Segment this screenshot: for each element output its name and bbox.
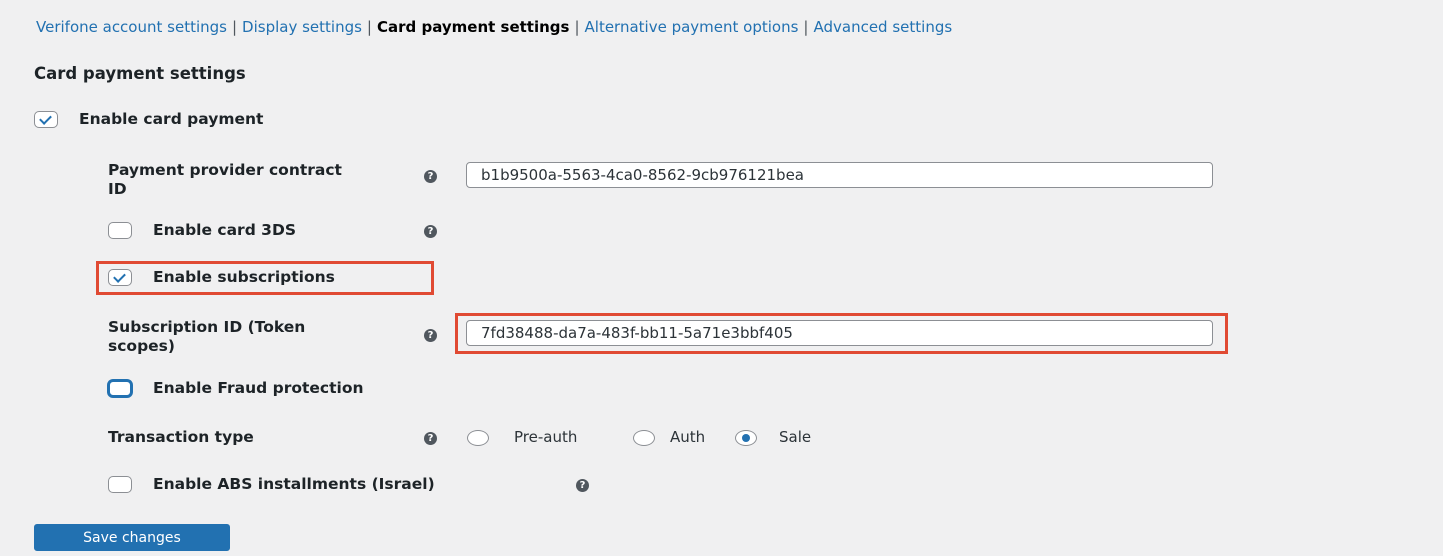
- enable-card-payment-label: Enable card payment: [79, 110, 264, 128]
- transaction-type-help-icon[interactable]: ?: [424, 432, 437, 445]
- contract-id-input[interactable]: [466, 162, 1213, 188]
- enable-subscriptions-checkbox[interactable]: [108, 269, 132, 286]
- save-changes-button[interactable]: Save changes: [34, 524, 230, 551]
- enable-subscriptions-label: Enable subscriptions: [153, 268, 335, 286]
- enable-fraud-protection-checkbox[interactable]: [108, 380, 132, 397]
- enable-card-3ds-label: Enable card 3DS: [153, 221, 296, 239]
- card-3ds-help-icon[interactable]: ?: [424, 225, 437, 238]
- subnav-link-alternative-payment-options[interactable]: Alternative payment options: [585, 18, 799, 36]
- enable-abs-installments-checkbox[interactable]: [108, 476, 132, 493]
- enable-card-3ds-checkbox[interactable]: [108, 222, 132, 239]
- transaction-type-pre-auth-radio[interactable]: [467, 430, 489, 446]
- contract-id-help-icon[interactable]: ?: [424, 170, 437, 183]
- subnav-link-display-settings[interactable]: Display settings: [242, 18, 362, 36]
- contract-id-label: Payment provider contract ID: [108, 161, 342, 198]
- subscription-id-label: Subscription ID (Token scopes): [108, 318, 306, 355]
- subnav-link-advanced-settings[interactable]: Advanced settings: [813, 18, 952, 36]
- transaction-type-sale-radio[interactable]: [735, 430, 757, 446]
- subscription-id-help-icon[interactable]: ?: [424, 329, 437, 342]
- subscription-id-input[interactable]: [466, 320, 1213, 346]
- transaction-type-sale-label: Sale: [779, 428, 812, 446]
- enable-card-payment-checkbox[interactable]: [34, 111, 58, 128]
- subnav-separator: |: [231, 18, 238, 36]
- transaction-type-auth-label: Auth: [670, 428, 706, 446]
- section-title: Card payment settings: [34, 64, 246, 83]
- subnav-separator: |: [574, 18, 580, 36]
- transaction-type-pre-auth-label: Pre-auth: [514, 428, 578, 446]
- abs-installments-help-icon[interactable]: ?: [576, 479, 589, 492]
- subnav-link-verifone-account-settings[interactable]: Verifone account settings: [36, 18, 227, 36]
- settings-subnav: Verifone account settings | Display settin…: [36, 18, 952, 36]
- subnav-separator: |: [366, 18, 372, 36]
- enable-abs-installments-label: Enable ABS installments (Israel): [153, 475, 435, 493]
- subnav-separator: |: [803, 18, 809, 36]
- enable-fraud-protection-label: Enable Fraud protection: [153, 379, 364, 397]
- subnav-current-card-payment-settings: Card payment settings: [376, 18, 570, 36]
- transaction-type-auth-radio[interactable]: [633, 430, 655, 446]
- transaction-type-label: Transaction type: [108, 428, 254, 446]
